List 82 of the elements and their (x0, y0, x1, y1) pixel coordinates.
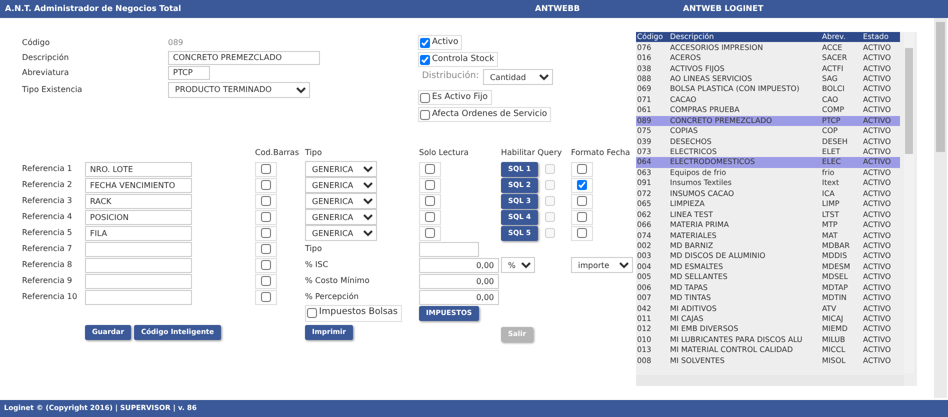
row-label: Referencia 7 (22, 243, 72, 255)
column-header: Formato Fecha (571, 147, 630, 159)
checkbox-label: Afecta Ordenes de Servicio (432, 108, 548, 121)
select-field[interactable]: GENERICA (305, 177, 377, 193)
field-label: Abreviatura (22, 66, 70, 78)
tax-label: % ISC (305, 259, 328, 271)
text-field[interactable]: 0,00 (419, 274, 499, 288)
field-label: Código (22, 36, 51, 48)
checkbox[interactable] (255, 210, 277, 224)
text-field[interactable]: PTCP (168, 66, 210, 80)
select-field[interactable]: Cantidad (482, 69, 553, 85)
checkbox-label: Impuestos Bolsas (319, 306, 398, 320)
checkbox[interactable] (255, 258, 277, 272)
row-label: Referencia 5 (22, 227, 72, 239)
column-header: Solo Lectura (419, 147, 469, 159)
checkbox[interactable] (255, 162, 277, 176)
checkbox[interactable] (420, 92, 430, 102)
checkbox[interactable] (419, 162, 441, 176)
select-field[interactable]: PRODUCTO TERMINADO (168, 82, 310, 98)
text-field[interactable]: 0,00 (419, 290, 499, 304)
text-field[interactable] (419, 242, 479, 256)
select-field[interactable]: % (501, 257, 535, 273)
checkbox[interactable] (571, 178, 593, 192)
checkbox[interactable] (255, 274, 277, 288)
header-text: ANTWEB LOGINET (683, 3, 764, 15)
header-text: ANTWEBB (535, 3, 580, 15)
vertical-scrollbar[interactable] (904, 32, 914, 373)
tax-label: Tipo (305, 243, 322, 255)
checkbox[interactable] (419, 226, 441, 240)
checkbox-label: Controla Stock (432, 53, 494, 66)
field-value: 089 (168, 36, 184, 48)
column-header: Habilitar Query (501, 147, 562, 159)
text-field[interactable] (85, 242, 192, 256)
checkbox[interactable] (255, 242, 277, 256)
text-field[interactable]: FILA (85, 226, 192, 240)
text-field[interactable]: 0,00 (419, 258, 499, 272)
checkbox[interactable] (419, 194, 441, 208)
checkbox[interactable] (255, 194, 277, 208)
checkbox[interactable] (571, 162, 593, 176)
row-label: Referencia 3 (22, 195, 72, 207)
checkbox[interactable] (307, 308, 317, 318)
text-field[interactable]: RACK (85, 194, 192, 208)
text-field[interactable]: POSICION (85, 210, 192, 224)
checkbox[interactable] (420, 54, 430, 64)
app-title: A.N.T. Administrador de Negocios Total (5, 3, 182, 15)
select-field[interactable]: GENERICA (305, 209, 377, 225)
field-label: Tipo Existencia (22, 84, 84, 96)
row-label: Referencia 2 (22, 179, 72, 191)
checkbox[interactable] (420, 38, 430, 48)
text-field[interactable]: FECHA VENCIMIENTO (85, 178, 192, 192)
text-field[interactable]: NRO. LOTE (85, 162, 192, 176)
tax-label: % Percepción (305, 291, 359, 303)
checkbox[interactable] (571, 226, 593, 240)
row-label: Referencia 8 (22, 259, 72, 271)
text-field[interactable]: CONCRETO PREMEZCLADO (168, 50, 320, 64)
text-field[interactable] (85, 258, 192, 272)
tax-label: % Costo Mínimo (305, 275, 370, 287)
text-field[interactable] (85, 290, 192, 304)
column-header: Tipo (305, 147, 322, 159)
row-label: Referencia 1 (22, 163, 72, 175)
select-field[interactable]: GENERICA (305, 225, 377, 241)
checkbox[interactable] (420, 110, 430, 120)
checkbox[interactable] (255, 226, 277, 240)
checkbox-label: Activo (432, 36, 458, 49)
checkbox[interactable] (419, 210, 441, 224)
row-label: Referencia 9 (22, 275, 72, 287)
page-scrollbar[interactable] (934, 18, 947, 398)
checkbox[interactable] (419, 178, 441, 192)
checkbox[interactable] (571, 194, 593, 208)
row-label: Referencia 4 (22, 211, 72, 223)
select-field[interactable]: GENERICA (305, 161, 377, 177)
select-field[interactable]: importe (571, 257, 633, 273)
row-label: Referencia 10 (22, 291, 78, 303)
checkbox-label: Es Activo Fijo (432, 91, 488, 104)
field-label: Descripción (22, 52, 70, 64)
text-field[interactable] (85, 274, 192, 288)
select-field[interactable]: GENERICA (305, 193, 377, 209)
checkbox[interactable] (255, 290, 277, 304)
column-header: Cod.Barras (255, 147, 299, 159)
checkbox[interactable] (571, 210, 593, 224)
checkbox[interactable] (255, 178, 277, 192)
field-label: Distribución: (422, 70, 479, 84)
